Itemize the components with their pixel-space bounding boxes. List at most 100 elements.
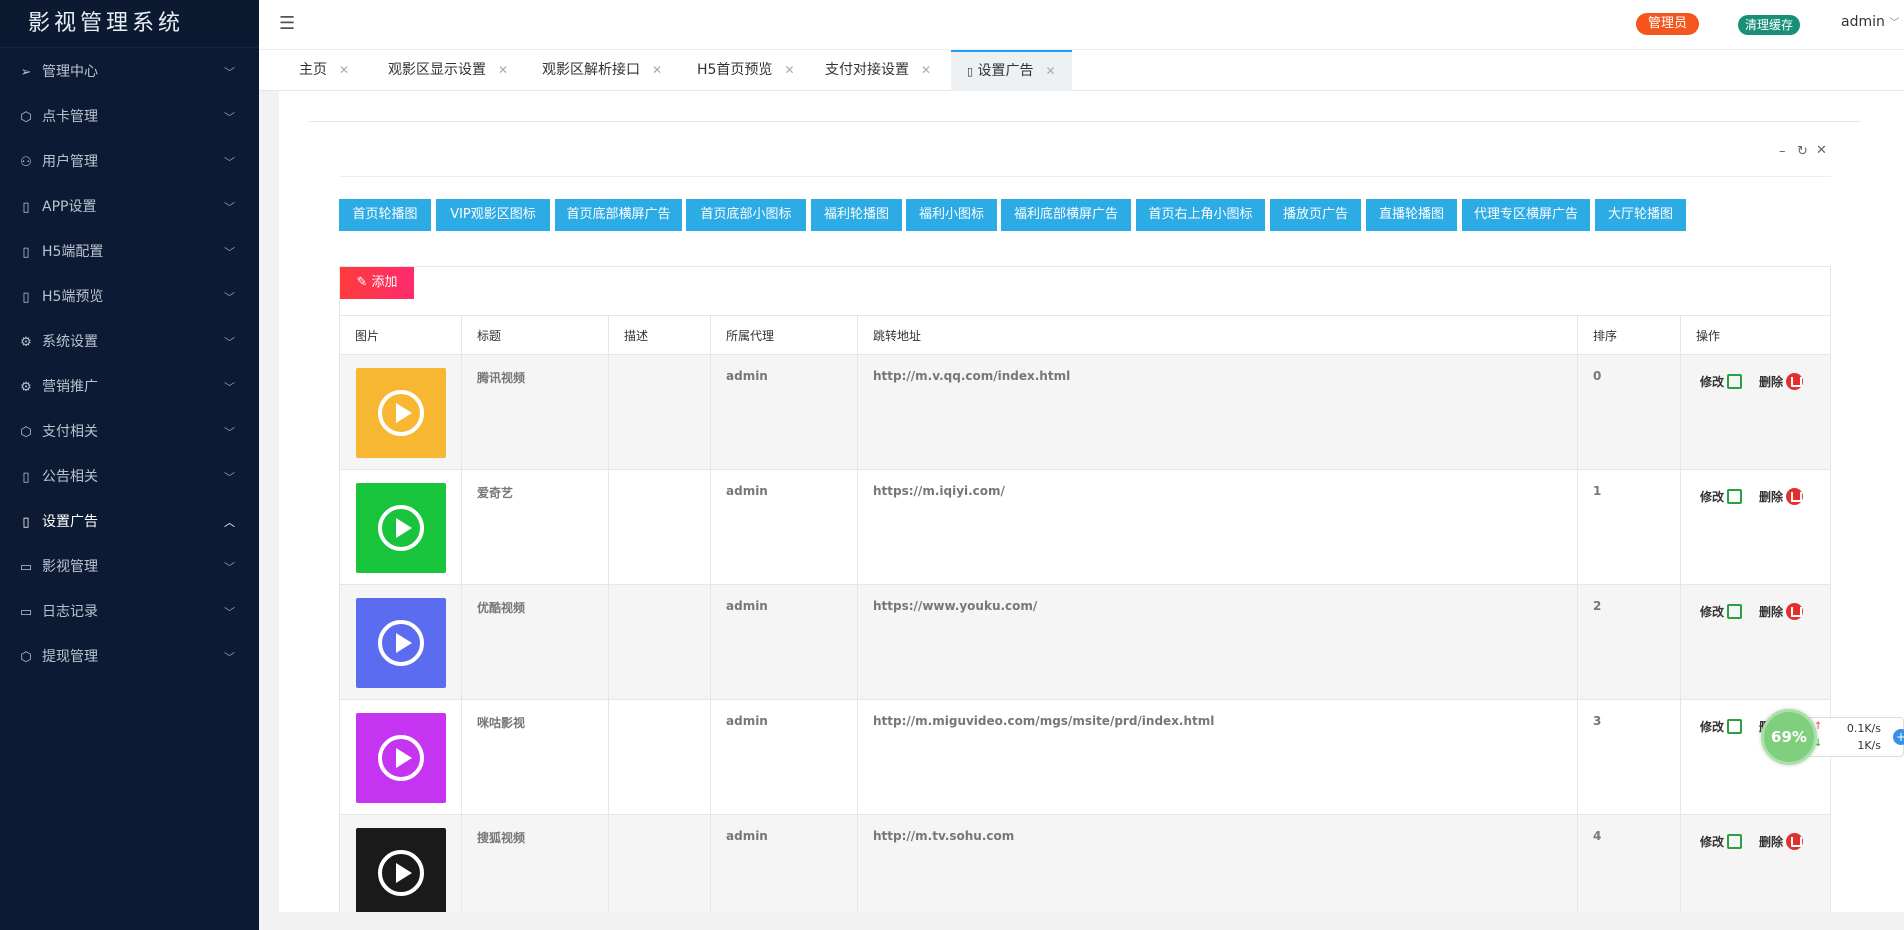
edit-icon <box>1727 374 1743 389</box>
image-cell <box>340 815 462 912</box>
sidebar-item-label: 日志记录 <box>42 604 98 620</box>
column-header: 所属代理 <box>711 316 858 356</box>
close-icon[interactable]: ✕ <box>652 63 662 77</box>
image-cell <box>340 470 462 585</box>
table-header: 图片 标题 描述 所属代理 跳转地址 排序 操作 <box>340 315 1830 356</box>
sidebar-item[interactable]: ➢ 管理中心 ﹀ <box>0 50 259 95</box>
tab-h5-preview[interactable]: H5首页预览 ✕ <box>697 50 795 91</box>
add-button[interactable]: ✎ 添加 <box>340 267 414 299</box>
category-button[interactable]: 福利小图标 <box>906 199 997 231</box>
ad-thumbnail <box>356 713 446 803</box>
tab-viewing-display[interactable]: 观影区显示设置 ✕ <box>388 50 508 91</box>
delete-button[interactable]: 删除 <box>1759 603 1804 620</box>
sidebar-item-label: 用户管理 <box>42 154 98 170</box>
tab-label: 主页 <box>299 62 327 78</box>
edit-button[interactable]: 修改 <box>1700 833 1743 850</box>
category-button[interactable]: 直播轮播图 <box>1366 199 1457 231</box>
gear-icon: ⚙ <box>20 380 32 395</box>
cube-icon: ⬡ <box>20 110 32 125</box>
edit-button[interactable]: 修改 <box>1700 373 1743 390</box>
sidebar-item[interactable]: ▭ 影视管理 ﹀ <box>0 545 259 590</box>
ad-thumbnail <box>356 483 446 573</box>
url-cell: http://m.tv.sohu.com <box>858 815 1578 912</box>
table-row: 腾讯视频 admin http://m.v.qq.com/index.html 0 修改… <box>340 355 1830 470</box>
close-icon[interactable]: ✕ <box>784 63 794 77</box>
chevron-down-icon: ﹀ <box>224 156 235 169</box>
tab-label: 观影区显示设置 <box>388 62 486 78</box>
actions-cell: 修改 删除 <box>1681 355 1830 470</box>
sidebar-item[interactable]: ⬡ 支付相关 ﹀ <box>0 410 259 455</box>
chevron-down-icon: ﹀ <box>224 246 235 259</box>
sidebar-item[interactable]: ⬡ 提现管理 ﹀ <box>0 635 259 680</box>
close-icon[interactable]: ✕ <box>339 63 349 77</box>
trash-icon <box>1786 373 1804 390</box>
tab-payment[interactable]: 支付对接设置 ✕ <box>825 50 931 91</box>
tablet-icon: ▯ <box>22 515 30 530</box>
refresh-icon[interactable]: ↻ <box>1797 144 1808 159</box>
chevron-down-icon: ﹀ <box>224 426 235 439</box>
sidebar-item[interactable]: ▯ H5端配置 ﹀ <box>0 230 259 275</box>
ad-thumbnail <box>356 828 446 912</box>
description-cell <box>609 355 711 470</box>
delete-button[interactable]: 删除 <box>1759 833 1804 850</box>
sort-cell: 3 <box>1578 700 1681 815</box>
sidebar-item[interactable]: ▭ 日志记录 ﹀ <box>0 590 259 635</box>
close-icon[interactable]: ✕ <box>921 63 931 77</box>
network-monitor-widget[interactable]: ↑ 0.1K/s ↓ 1K/s + 69% <box>1761 709 1904 765</box>
tab-home[interactable]: 主页 ✕ <box>299 50 349 91</box>
role-badge: 管理员 <box>1636 13 1700 35</box>
sidebar-item[interactable]: ▯ 公告相关 ﹀ <box>0 455 259 500</box>
edit-button[interactable]: 修改 <box>1700 603 1743 620</box>
edit-icon <box>1727 719 1743 734</box>
delete-button[interactable]: 删除 <box>1759 373 1804 390</box>
category-button[interactable]: 福利底部横屏广告 <box>1001 199 1131 231</box>
category-button[interactable]: 福利轮播图 <box>811 199 902 231</box>
delete-label: 删除 <box>1759 490 1784 504</box>
delete-button[interactable]: 删除 <box>1759 488 1804 505</box>
column-header: 图片 <box>340 316 462 356</box>
url-cell: https://www.youku.com/ <box>858 585 1578 700</box>
edit-button[interactable]: 修改 <box>1700 718 1743 735</box>
category-button[interactable]: 大厅轮播图 <box>1595 199 1686 231</box>
user-menu[interactable]: admin ﹀ <box>1841 14 1899 30</box>
plus-icon[interactable]: + <box>1893 729 1904 745</box>
close-icon[interactable]: ✕ <box>1816 143 1827 158</box>
sidebar-item[interactable]: ▯ 设置广告 ︿ <box>0 500 259 545</box>
chevron-down-icon: ﹀ <box>224 471 235 484</box>
agent-cell: admin <box>711 585 858 700</box>
category-button[interactable]: 播放页广告 <box>1270 199 1361 231</box>
category-button[interactable]: 首页底部小图标 <box>686 199 806 231</box>
tab-ad-settings[interactable]: ▯ 设置广告 ✕ <box>951 50 1072 91</box>
category-button[interactable]: 首页轮播图 <box>339 199 431 231</box>
sidebar-item[interactable]: ▯ H5端预览 ﹀ <box>0 275 259 320</box>
category-button[interactable]: 首页右上角小图标 <box>1136 199 1265 231</box>
column-header: 描述 <box>609 316 711 356</box>
url-cell: https://m.iqiyi.com/ <box>858 470 1578 585</box>
edit-button[interactable]: 修改 <box>1700 488 1743 505</box>
send-icon: ➢ <box>20 65 32 80</box>
category-button[interactable]: 代理专区横屏广告 <box>1462 199 1590 231</box>
category-button[interactable]: 首页底部横屏广告 <box>555 199 682 231</box>
tab-viewing-parse[interactable]: 观影区解析接口 ✕ <box>542 50 662 91</box>
menu-toggle-icon[interactable]: ☰ <box>279 13 295 34</box>
sidebar-item-label: 系统设置 <box>42 334 98 350</box>
sidebar-item[interactable]: ▯ APP设置 ﹀ <box>0 185 259 230</box>
close-icon[interactable]: ✕ <box>498 63 508 77</box>
chevron-up-icon: ︿ <box>224 516 235 529</box>
minimize-icon[interactable]: – <box>1779 144 1786 159</box>
close-icon[interactable]: ✕ <box>1046 64 1056 78</box>
sidebar-item[interactable]: ⚙ 系统设置 ﹀ <box>0 320 259 365</box>
category-button[interactable]: VIP观影区图标 <box>436 199 550 231</box>
sidebar-item[interactable]: ⚇ 用户管理 ﹀ <box>0 140 259 185</box>
column-header: 标题 <box>462 316 609 356</box>
title-cell: 咪咕影视 <box>462 700 609 815</box>
chevron-down-icon: ﹀ <box>224 111 235 124</box>
sidebar-item[interactable]: ⚙ 营销推广 ﹀ <box>0 365 259 410</box>
add-button-label: 添加 <box>371 275 398 290</box>
sidebar-item[interactable]: ⬡ 点卡管理 ﹀ <box>0 95 259 140</box>
clear-cache-button[interactable]: 清理缓存 <box>1738 15 1801 35</box>
tab-label: H5首页预览 <box>697 62 773 78</box>
sidebar-item-label: H5端配置 <box>42 244 104 260</box>
sidebar-item-label: 公告相关 <box>42 469 98 485</box>
sort-cell: 1 <box>1578 470 1681 585</box>
